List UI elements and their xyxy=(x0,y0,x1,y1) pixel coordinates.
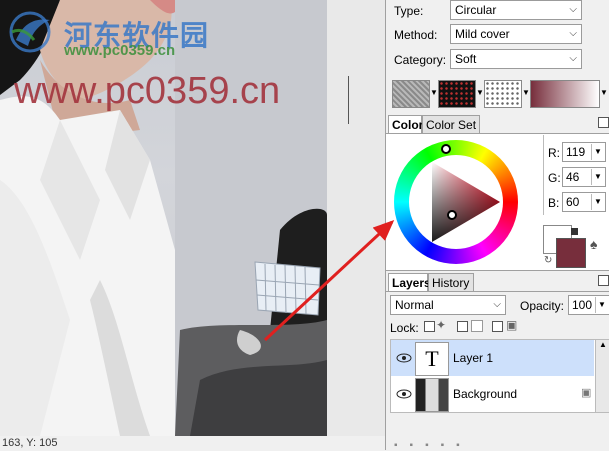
annotation-arrow xyxy=(263,219,395,342)
